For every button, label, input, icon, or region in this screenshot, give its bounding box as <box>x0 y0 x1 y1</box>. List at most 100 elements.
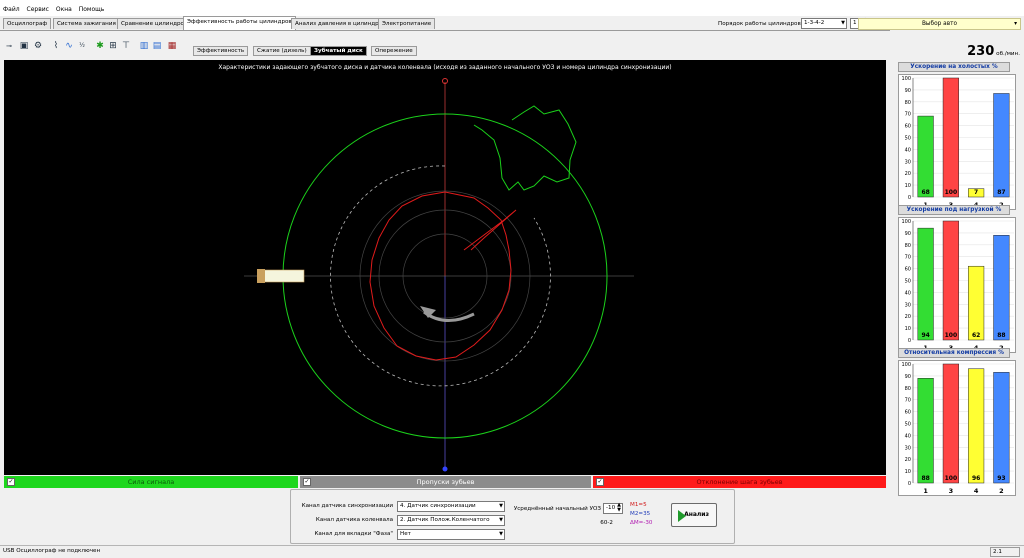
bar <box>968 265 985 341</box>
subtab-tooth-disk[interactable]: Зубчатый диск <box>310 46 367 56</box>
filter-icon[interactable]: ⊤ <box>120 40 132 52</box>
counter-icon[interactable]: ▤ <box>151 40 163 52</box>
firing-order-value: 1-3-4-2 <box>804 20 825 26</box>
signal-strength-checkbox[interactable]: ✓ <box>7 478 15 486</box>
subtab-compression[interactable]: Сжатие (дизель) <box>253 46 311 56</box>
tab-cylinder-efficiency[interactable]: Эффективность работы цилиндров <box>183 16 296 30</box>
plug-icon[interactable]: ⊸ <box>3 40 15 52</box>
bar-value-label: 62 <box>972 332 980 339</box>
menu-windows[interactable]: Окна <box>53 0 74 13</box>
y-tick-label: 10 <box>905 183 911 189</box>
bar <box>942 363 959 484</box>
menu-service[interactable]: Сервис <box>24 0 51 13</box>
graph-icon[interactable]: ∿ <box>63 40 75 52</box>
play-icon <box>678 510 686 522</box>
engine-icon[interactable]: ▦ <box>166 40 178 52</box>
tab-cylinder-compare[interactable]: Сравнение цилиндров <box>117 18 192 29</box>
cog-car-icon[interactable]: ⚙ <box>32 40 44 52</box>
tab-ignition[interactable]: Система зажигания <box>53 18 120 29</box>
y-tick-label: 70 <box>905 255 911 261</box>
y-tick-label: 0 <box>908 338 911 344</box>
crank-channel-select[interactable]: 2. Датчик Полож.Коленчатого Вал ▼ <box>397 515 505 526</box>
menu-file[interactable]: Файл <box>0 0 22 13</box>
missing-teeth-checkbox[interactable]: ✓ <box>303 478 311 486</box>
y-tick-label: 80 <box>905 243 911 249</box>
menu-help[interactable]: Помощь <box>76 0 107 13</box>
chart-area-idle: 0102030405060708090100681100374872 <box>898 74 1016 210</box>
analyze-label: Анализ <box>684 511 709 518</box>
chart-area-compression: 0 10 20 30 40 50 60 70 80 90 100 88 1 100 3 96 4 93 2 <box>898 360 1016 496</box>
tab-oscilloscope[interactable]: Осциллограф <box>3 18 52 29</box>
bottom-marker <box>442 466 448 472</box>
ratio-icon[interactable]: ½ <box>76 40 88 52</box>
bar-value-label: 100 <box>945 189 958 196</box>
bar <box>917 115 934 198</box>
phase-channel-value: Нет <box>400 531 411 537</box>
car-battery-icon[interactable]: ▣ <box>18 40 30 52</box>
y-tick-label: 30 <box>905 302 911 308</box>
y-tick-label: 0 <box>908 195 911 201</box>
rpm-value: 230 <box>967 44 995 59</box>
waveform-icon[interactable]: ⌇ <box>50 40 62 52</box>
bar-value-label: 68 <box>921 189 929 196</box>
chevron-down-icon: ▾ <box>1014 21 1017 27</box>
firing-order-select[interactable]: 1-3-4-2 ▼ <box>801 18 847 29</box>
sync-channel-value: 4. Датчик синхронизации <box>400 503 476 509</box>
bar-value-label: 94 <box>921 332 929 339</box>
status-bar: USB Осциллограф не подключен 2.1 <box>0 545 1024 558</box>
bar-value-label: 88 <box>921 475 929 482</box>
y-tick-label: 30 <box>905 159 911 165</box>
missing-teeth-label: Пропуски зубьев <box>416 478 475 486</box>
gear-icon[interactable]: ✱ <box>94 40 106 52</box>
spinner-arrows-icon: ▲▼ <box>617 502 621 513</box>
gap-outline <box>473 105 577 191</box>
sync-channel-label: Канал датчика синхронизации <box>301 503 393 509</box>
bar <box>917 227 934 341</box>
y-tick-label: 40 <box>905 147 911 153</box>
crank-channel-label: Канал датчика коленвала <box>315 517 393 523</box>
avg-advance-spinner[interactable]: -10 ▲ ▼ <box>603 503 623 514</box>
y-tick-label: 100 <box>901 219 911 225</box>
y-tick-label: 10 <box>905 326 911 332</box>
bar-value-label: 96 <box>972 475 980 482</box>
missing-teeth-bar: ✓ Пропуски зубьев <box>300 476 591 488</box>
bar-chart-load: 01020304050607080901009411003624882 <box>901 219 1014 352</box>
y-tick-label: 30 <box>905 445 911 451</box>
y-tick-label: 20 <box>905 457 911 463</box>
tab-pressure-analysis[interactable]: Анализ давления в цилиндре <box>291 18 387 29</box>
bar <box>968 368 985 484</box>
phase-channel-select[interactable]: Нет ▼ <box>397 529 505 540</box>
y-tick-label: 90 <box>905 88 911 94</box>
subtab-advance[interactable]: Опережение <box>371 46 417 56</box>
auto-select-dropdown[interactable]: Выбор авто ▾ <box>858 18 1021 30</box>
subtab-efficiency[interactable]: Эффективность <box>193 46 249 56</box>
bar-chart-compression: 0 10 20 30 40 50 60 70 80 90 100 88 1 100 3 96 4 93 2 <box>901 362 1014 495</box>
y-tick-label: 80 <box>905 386 911 392</box>
y-tick-label: 90 <box>905 374 911 380</box>
y-tick-label: 100 <box>901 76 911 82</box>
tooth-disk-plot: Характеристики задающего зубчатого диска… <box>4 60 886 475</box>
analyze-button[interactable]: Анализ <box>671 503 717 527</box>
sensor-icon <box>257 269 305 283</box>
ruler-icon[interactable]: ⊞ <box>107 40 119 52</box>
bar <box>993 93 1010 198</box>
tooth-pitch-checkbox[interactable]: ✓ <box>596 478 604 486</box>
bar-value-label: 7 <box>974 189 978 196</box>
tab-divider <box>0 30 890 31</box>
y-tick-label: 80 <box>905 100 911 106</box>
firing-order-label: Порядок работы цилиндров <box>718 21 801 27</box>
bar-chart-idle: 0102030405060708090100681100374872 <box>901 76 1014 209</box>
polar-plot-canvas <box>244 78 634 472</box>
x-tick-label: 4 <box>974 487 979 495</box>
bar <box>993 372 1010 484</box>
tab-power[interactable]: Электропитание <box>378 18 436 29</box>
tooth-pitch-bar: ✓ Отклонение шага зубьев <box>593 476 886 488</box>
chart-title-idle: Ускорение на холостых % <box>898 62 1010 72</box>
chart-icon[interactable]: ▥ <box>138 40 150 52</box>
chart-title-load: Ускорение под нагрузкой % <box>898 205 1010 215</box>
crank-channel-value: 2. Датчик Полож.Коленчатого Вал <box>400 517 490 523</box>
m2-value: M2=35 <box>630 511 651 517</box>
y-tick-label: 50 <box>905 422 911 428</box>
side-charts-panel: Ускорение на холостых % 0 10 20 30 40 50 60 70 8… <box>893 60 1020 496</box>
sync-channel-select[interactable]: 4. Датчик синхронизации ▼ <box>397 501 505 512</box>
